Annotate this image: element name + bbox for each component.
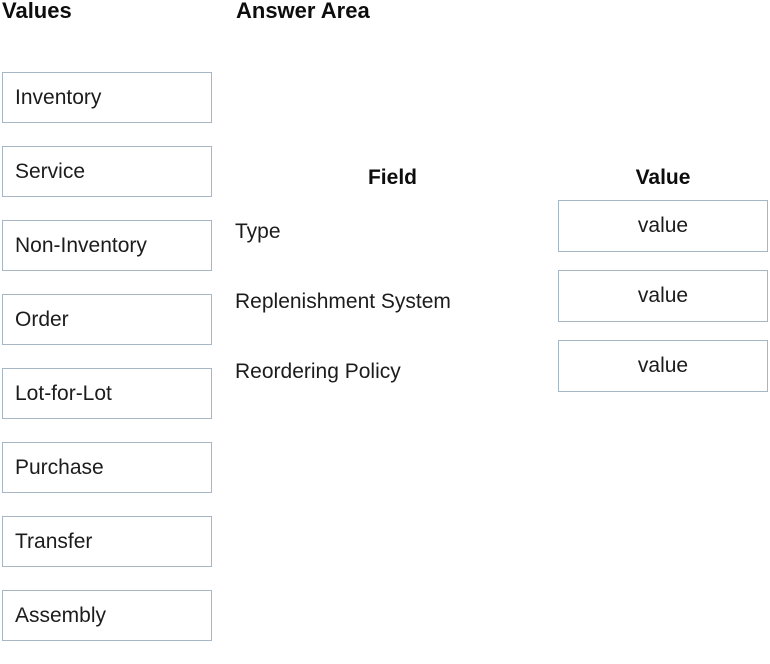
table-row: Replenishment System value [235,270,770,340]
field-label-type: Type [235,219,281,244]
table-header-row: Field Value [235,155,770,200]
value-chip-inventory[interactable]: Inventory [2,72,212,123]
value-dropzone-placeholder: value [638,214,688,238]
table-row: Type value [235,200,770,270]
value-chip-transfer[interactable]: Transfer [2,516,212,567]
value-chip-order[interactable]: Order [2,294,212,345]
value-chip-non-inventory[interactable]: Non-Inventory [2,220,212,271]
value-chip-lot-for-lot[interactable]: Lot-for-Lot [2,368,212,419]
value-dropzone-placeholder: value [638,354,688,378]
field-label-reordering-policy: Reordering Policy [235,359,401,384]
values-column-heading: Values [2,0,72,24]
value-dropzone-reordering-policy[interactable]: value [558,340,768,392]
value-dropzone-replenishment-system[interactable]: value [558,270,768,322]
value-dropzone-placeholder: value [638,284,688,308]
value-chip-label: Lot-for-Lot [15,382,112,406]
value-chip-purchase[interactable]: Purchase [2,442,212,493]
value-chip-label: Assembly [15,604,106,628]
value-chip-label: Non-Inventory [15,234,147,258]
value-dropzone-type[interactable]: value [558,200,768,252]
value-chip-label: Purchase [15,456,104,480]
value-chip-assembly[interactable]: Assembly [2,590,212,641]
value-chip-label: Order [15,308,69,332]
value-chip-label: Transfer [15,530,92,554]
field-label-replenishment-system: Replenishment System [235,289,451,314]
value-chip-label: Inventory [15,86,101,110]
value-chip-service[interactable]: Service [2,146,212,197]
values-list: Inventory Service Non-Inventory Order Lo… [2,72,212,664]
value-chip-label: Service [15,160,85,184]
column-header-field: Field [235,165,550,190]
column-header-value: Value [558,165,768,190]
answer-area-heading: Answer Area [236,0,370,24]
table-row: Reordering Policy value [235,340,770,410]
answer-area-table: Field Value Type value Replenishment Sys… [235,155,770,410]
